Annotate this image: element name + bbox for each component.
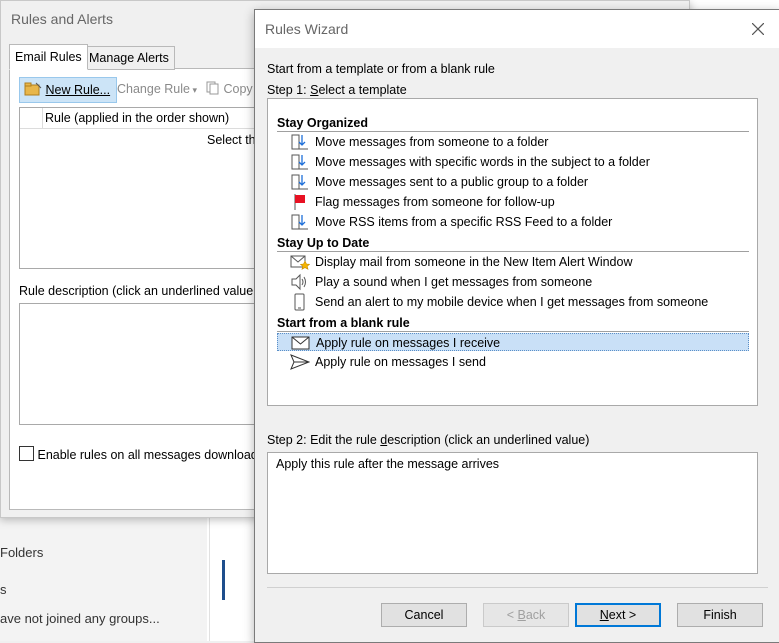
template-label: Display mail from someone in the New Ite… — [315, 255, 633, 269]
folders-label[interactable]: Folders — [0, 545, 43, 560]
red-flag-icon — [290, 193, 310, 211]
copy-button[interactable]: Copy — [206, 77, 253, 101]
mobile-device-icon — [290, 293, 310, 311]
new-rule-icon — [24, 82, 42, 96]
next-button[interactable]: Next > — [575, 603, 661, 627]
step1-label: Step 1: Select a template — [267, 83, 407, 97]
change-rule-label: Change Rule — [117, 82, 190, 96]
new-rule-button[interactable]: New Rule... — [19, 77, 118, 103]
header-check-column — [20, 108, 43, 128]
enable-rules-label: Enable rules on all messages download — [37, 448, 258, 462]
group-blank-rule: Start from a blank rule — [277, 315, 749, 332]
template-item-selected[interactable]: Apply rule on messages I receive — [277, 333, 749, 351]
template-item[interactable]: Display mail from someone in the New Ite… — [277, 253, 749, 271]
template-label: Send an alert to my mobile device when I… — [315, 295, 709, 309]
move-to-folder-icon — [290, 133, 310, 151]
template-label: Apply rule on messages I receive — [316, 336, 501, 350]
copy-icon — [206, 81, 219, 95]
wizard-title: Rules Wizard — [265, 21, 349, 37]
template-item[interactable]: Move messages with specific words in the… — [277, 153, 749, 171]
rule-description-text: Apply this rule after the message arrive… — [276, 457, 500, 471]
new-rule-label: New Rule... — [45, 83, 111, 97]
move-to-folder-icon — [290, 213, 310, 231]
rule-description-label: Rule description (click an underlined va… — [19, 284, 254, 298]
template-item[interactable]: Play a sound when I get messages from so… — [277, 273, 749, 291]
enable-rules-checkbox[interactable] — [19, 446, 34, 461]
send-arrow-icon — [290, 353, 311, 371]
template-item[interactable]: Move messages from someone to a folder — [277, 133, 749, 151]
rules-list[interactable]: Rule (applied in the order shown) Select… — [19, 107, 257, 269]
rule-column-header[interactable]: Rule (applied in the order shown) — [45, 108, 229, 128]
close-icon — [751, 22, 765, 36]
new-item-alert-icon — [290, 253, 311, 271]
footer-separator — [267, 587, 768, 588]
rules-list-header: Rule (applied in the order shown) — [20, 108, 256, 129]
rule-description-box — [19, 303, 257, 425]
template-label: Apply rule on messages I send — [315, 355, 486, 369]
template-label: Move RSS items from a specific RSS Feed … — [315, 215, 613, 229]
template-list[interactable]: Stay Organized Move messages from someon… — [267, 98, 758, 406]
finish-button[interactable]: Finish — [677, 603, 763, 627]
template-label: Move messages sent to a public group to … — [315, 175, 589, 189]
template-item[interactable]: Move messages sent to a public group to … — [277, 173, 749, 191]
speaker-icon — [290, 273, 310, 291]
template-item[interactable]: Flag messages from someone for follow-up — [277, 193, 749, 211]
template-item[interactable]: Send an alert to my mobile device when I… — [277, 293, 749, 311]
move-to-folder-icon — [290, 173, 310, 191]
template-item[interactable]: Apply rule on messages I send — [277, 353, 749, 371]
wizard-intro: Start from a template or from a blank ru… — [267, 62, 495, 76]
template-label: Move messages from someone to a folder — [315, 135, 549, 149]
rules-list-hint: Select th — [207, 133, 256, 147]
move-to-folder-icon — [290, 153, 310, 171]
envelope-icon — [291, 334, 311, 352]
selection-indicator — [222, 560, 225, 600]
groups-empty-text: ave not joined any groups... — [0, 611, 160, 626]
template-label: Play a sound when I get messages from so… — [315, 275, 593, 289]
dropdown-arrow-icon: ▾ — [189, 85, 197, 95]
template-label: Flag messages from someone for follow-up — [315, 195, 555, 209]
tab-email-rules[interactable]: Email Rules — [9, 44, 88, 70]
copy-label: Copy — [223, 82, 253, 96]
tab-manage-alerts[interactable]: Manage Alerts — [83, 46, 175, 70]
group-stay-up-to-date: Stay Up to Date — [277, 235, 749, 252]
group-stay-organized: Stay Organized — [277, 115, 749, 132]
change-rule-button[interactable]: Change Rule ▾ — [117, 77, 197, 101]
template-item[interactable]: Move RSS items from a specific RSS Feed … — [277, 213, 749, 231]
rule-description-editor[interactable]: Apply this rule after the message arrive… — [267, 452, 758, 574]
groups-section-label: s — [0, 582, 7, 597]
step2-label: Step 2: Edit the rule description (click… — [267, 433, 590, 447]
close-button[interactable] — [746, 17, 770, 41]
rules-wizard-dialog: Rules Wizard Start from a template or fr… — [254, 9, 779, 643]
cancel-button[interactable]: Cancel — [381, 603, 467, 627]
back-button[interactable]: < Back — [483, 603, 569, 627]
window-title: Rules and Alerts — [11, 11, 113, 27]
enable-rules-row[interactable]: Enable rules on all messages download — [19, 446, 258, 462]
template-label: Move messages with specific words in the… — [315, 155, 650, 169]
